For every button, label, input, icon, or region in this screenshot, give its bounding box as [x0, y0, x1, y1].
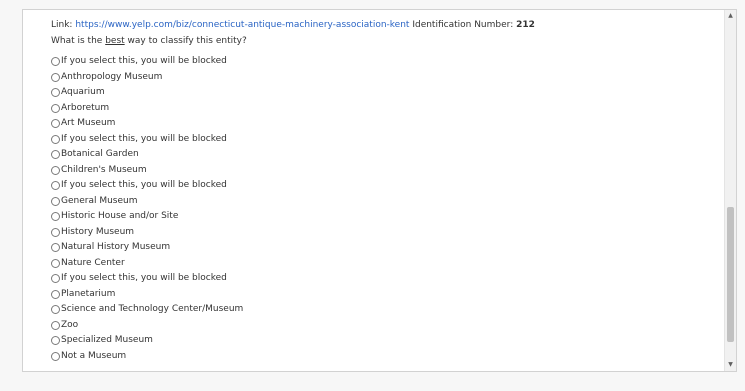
radio-button[interactable] — [51, 274, 60, 284]
option-item[interactable]: Planetarium — [51, 287, 716, 303]
radio-button[interactable] — [51, 165, 60, 175]
option-label: If you select this, you will be blocked — [61, 133, 227, 144]
option-item[interactable]: Not a Museum — [51, 349, 716, 365]
radio-button[interactable] — [51, 305, 60, 315]
option-item[interactable]: History Museum — [51, 225, 716, 241]
radio-button[interactable] — [51, 103, 60, 113]
triangle-down-icon[interactable]: ▼ — [725, 359, 736, 371]
radio-button[interactable] — [51, 258, 60, 268]
option-item[interactable]: Nature Center — [51, 256, 716, 272]
option-label: Science and Technology Center/Museum — [61, 304, 244, 314]
radio-button[interactable] — [51, 150, 60, 160]
option-label: Art Museum — [61, 118, 116, 128]
survey-frame: Link: https://www.yelp.com/biz/connectic… — [22, 9, 737, 372]
triangle-up-icon[interactable]: ▲ — [725, 10, 736, 22]
option-item[interactable]: Historic House and/or Site — [51, 209, 716, 225]
radio-button[interactable] — [51, 88, 60, 98]
option-label: Aquarium — [61, 87, 105, 97]
option-item[interactable]: Botanical Garden — [51, 147, 716, 163]
option-item[interactable]: Anthropology Museum — [51, 70, 716, 86]
id-value: 212 — [516, 20, 535, 30]
id-label: Identification Number: — [412, 20, 514, 30]
radio-button[interactable] — [51, 336, 60, 346]
yelp-link[interactable]: https://www.yelp.com/biz/connecticut-ant… — [75, 20, 409, 30]
option-item[interactable]: Specialized Museum — [51, 333, 716, 349]
option-item[interactable]: If you select this, you will be blocked — [51, 178, 716, 194]
option-item[interactable]: Art Museum — [51, 116, 716, 132]
survey-content: Link: https://www.yelp.com/biz/connectic… — [51, 18, 716, 364]
vertical-scrollbar[interactable]: ▲ ▼ — [724, 10, 736, 371]
option-item[interactable]: Aquarium — [51, 85, 716, 101]
option-label: History Museum — [61, 226, 135, 237]
option-label: If you select this, you will be blocked — [61, 180, 227, 190]
option-label: Zoo — [61, 319, 79, 330]
option-item[interactable]: If you select this, you will be blocked — [51, 271, 716, 287]
question-emphasis: best — [105, 36, 125, 46]
option-list: If you select this, you will be blocked … — [51, 54, 716, 364]
option-item[interactable]: If you select this, you will be blocked — [51, 132, 716, 148]
header-line: Link: https://www.yelp.com/biz/connectic… — [51, 18, 716, 32]
option-item[interactable]: If you select this, you will be blocked — [51, 54, 716, 70]
option-label: Planetarium — [61, 288, 116, 299]
radio-button[interactable] — [51, 351, 60, 361]
question-prefix: What is the — [51, 36, 103, 46]
radio-button[interactable] — [51, 119, 60, 129]
option-item[interactable]: Natural History Museum — [51, 240, 716, 256]
option-label: General Museum — [61, 195, 138, 206]
radio-button[interactable] — [51, 57, 60, 67]
question-suffix: way to classify this entity? — [127, 36, 247, 46]
option-label: Natural History Museum — [61, 242, 171, 252]
option-label: Historic House and/or Site — [61, 211, 179, 221]
radio-button[interactable] — [51, 289, 60, 299]
option-label: Arboretum — [61, 102, 110, 113]
option-label: If you select this, you will be blocked — [61, 56, 227, 66]
radio-button[interactable] — [51, 243, 60, 253]
radio-button[interactable] — [51, 227, 60, 237]
option-label: Specialized Museum — [61, 335, 153, 345]
option-label: Botanical Garden — [61, 149, 139, 159]
link-label: Link: — [51, 20, 73, 30]
radio-button[interactable] — [51, 320, 60, 330]
scrollbar-thumb[interactable] — [727, 207, 734, 342]
option-label: Nature Center — [61, 257, 125, 268]
option-item[interactable]: Science and Technology Center/Museum — [51, 302, 716, 318]
option-label: Anthropology Museum — [61, 71, 163, 82]
option-item[interactable]: Zoo — [51, 318, 716, 334]
radio-button[interactable] — [51, 196, 60, 206]
option-label: Not a Museum — [61, 350, 127, 361]
option-item[interactable]: General Museum — [51, 194, 716, 210]
option-label: Children's Museum — [61, 164, 147, 175]
option-item[interactable]: Children's Museum — [51, 163, 716, 179]
radio-button[interactable] — [51, 212, 60, 222]
question-text: What is the best way to classify this en… — [51, 34, 716, 49]
radio-button[interactable] — [51, 72, 60, 82]
radio-button[interactable] — [51, 181, 60, 191]
radio-button[interactable] — [51, 134, 60, 144]
option-label: If you select this, you will be blocked — [61, 273, 227, 283]
option-item[interactable]: Arboretum — [51, 101, 716, 117]
